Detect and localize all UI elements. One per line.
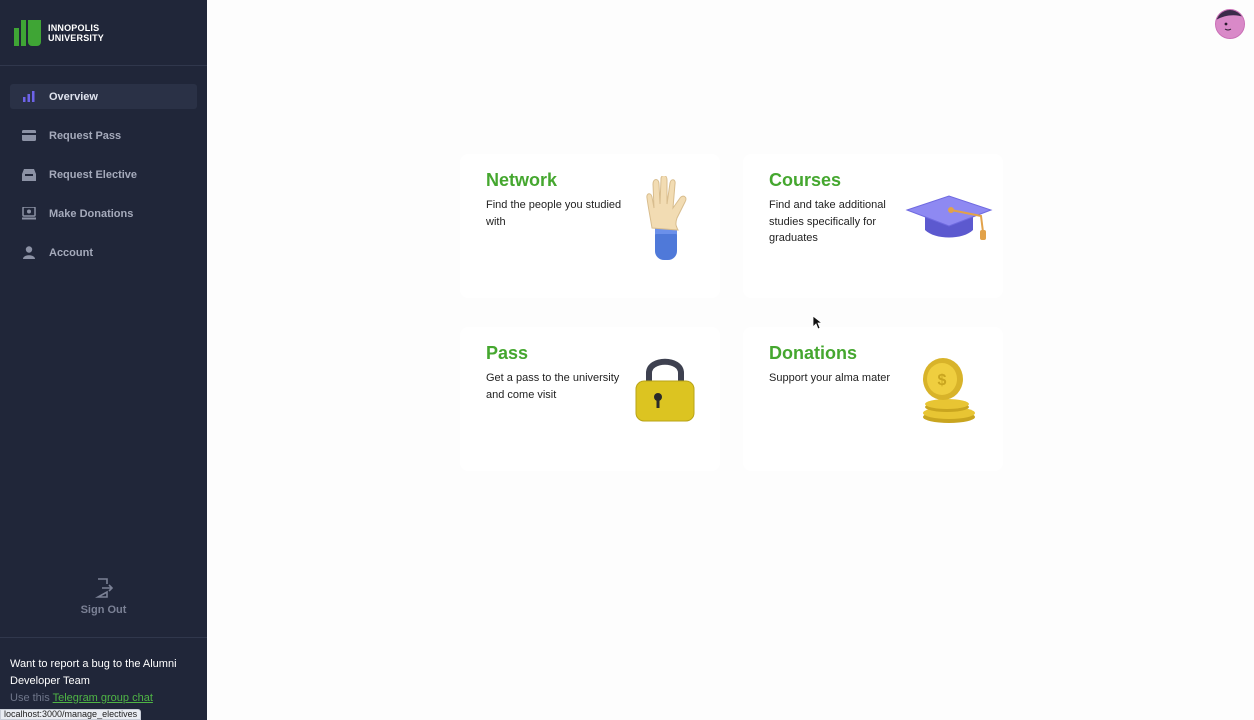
- avatar[interactable]: [1215, 9, 1245, 39]
- card-description: Get a pass to the university and come vi…: [486, 372, 620, 401]
- sidebar-item-request-elective[interactable]: Request Elective: [10, 162, 197, 187]
- padlock-icon: [634, 355, 696, 428]
- card-description: Find and take additional studies specifi…: [769, 199, 886, 244]
- card-title: Network: [486, 170, 558, 190]
- sidebar-nav: Overview Request Pass Request Elective M…: [0, 84, 207, 265]
- sign-out-label: Sign Out: [80, 604, 127, 616]
- waving-hand-icon: [638, 174, 694, 267]
- card-description: Support your alma mater: [769, 372, 891, 384]
- mouse-cursor-icon: [812, 315, 824, 335]
- donate-icon: [22, 207, 36, 221]
- card-title: Pass: [486, 343, 529, 363]
- sidebar-item-make-donations[interactable]: Make Donations: [10, 201, 197, 226]
- sidebar-item-label: Account: [49, 246, 93, 259]
- inbox-icon: [22, 168, 36, 182]
- sidebar-item-label: Request Elective: [49, 168, 138, 181]
- card-icon: [22, 129, 36, 143]
- telegram-group-link[interactable]: Telegram group chat: [53, 692, 153, 704]
- innopolis-logo-icon: [14, 19, 41, 46]
- brand-logo[interactable]: INNOPOLIS UNIVERSITY: [0, 0, 207, 66]
- card-network[interactable]: Network Find the people you studied with: [460, 154, 720, 298]
- sidebar-item-account[interactable]: Account: [10, 240, 197, 265]
- sign-out-icon: [94, 578, 113, 598]
- bug-report-text: Want to report a bug to the Alumni Devel…: [10, 658, 177, 687]
- coins-icon: $: [919, 357, 979, 430]
- sign-out-button[interactable]: Sign Out: [0, 578, 207, 616]
- brand-name-line2: UNIVERSITY: [48, 32, 105, 43]
- brand-name-line1: INNOPOLIS: [48, 22, 100, 33]
- graduation-cap-icon: [905, 194, 993, 249]
- sidebar-item-label: Make Donations: [49, 207, 134, 220]
- sidebar-divider: [0, 637, 207, 638]
- card-title: Donations: [769, 343, 857, 363]
- svg-text:$: $: [938, 372, 947, 389]
- sidebar-item-label: Overview: [49, 90, 98, 103]
- card-pass[interactable]: Pass Get a pass to the university and co…: [460, 327, 720, 471]
- sidebar-item-request-pass[interactable]: Request Pass: [10, 123, 197, 148]
- chart-bars-icon: [22, 90, 36, 104]
- bug-report-prefix: Use this: [10, 692, 50, 704]
- card-courses[interactable]: Courses Find and take additional studies…: [743, 154, 1003, 298]
- status-bar-url: localhost:3000/manage_electives: [0, 709, 142, 720]
- bug-report-note: Want to report a bug to the Alumni Devel…: [10, 656, 200, 707]
- sidebar-item-overview[interactable]: Overview: [10, 84, 197, 109]
- card-title: Courses: [769, 170, 842, 190]
- card-description: Find the people you studied with: [486, 199, 622, 228]
- card-donations[interactable]: Donations Support your alma mater $: [743, 327, 1003, 471]
- brand-name: INNOPOLIS UNIVERSITY: [48, 23, 104, 43]
- user-icon: [22, 246, 36, 260]
- sidebar-item-label: Request Pass: [49, 129, 122, 142]
- sidebar: INNOPOLIS UNIVERSITY Overview Request Pa…: [0, 0, 207, 720]
